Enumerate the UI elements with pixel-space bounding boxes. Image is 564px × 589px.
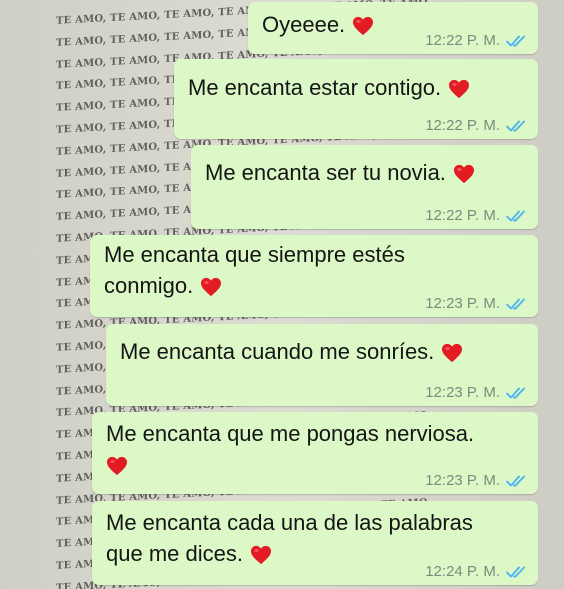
message-time: 12:23 P. M. [425,472,500,489]
message-bubble[interactable]: Me encanta que siempre estés conmigo. 12… [90,235,538,317]
message-text: Me encanta cada una de las palabras que … [106,510,473,566]
red-heart-icon [441,343,463,363]
red-heart-icon [200,277,222,297]
message-bubble[interactable]: Oyeeee. 12:22 P. M. [248,2,538,54]
red-heart-icon [250,545,272,565]
message-bubble[interactable]: Me encanta estar contigo. 12:22 P. M. [174,59,538,139]
red-heart-icon [352,16,374,36]
message-bubble[interactable]: Me encanta ser tu novia. 12:22 P. M. [191,145,538,229]
double-check-icon [506,386,528,400]
message-time: 12:23 P. M. [425,384,500,401]
red-heart-icon [106,456,128,476]
message-bubble[interactable]: Me encanta cuando me sonríes. 12:23 P. M… [106,324,538,406]
double-check-icon [506,565,528,579]
red-heart-icon [453,164,475,184]
double-check-icon [506,119,528,133]
double-check-icon [506,297,528,311]
message-time: 12:22 P. M. [425,117,500,134]
double-check-icon [506,34,528,48]
message-time: 12:22 P. M. [425,207,500,224]
message-text: Me encanta estar contigo. [188,75,442,100]
message-text: Me encanta ser tu novia. [205,160,446,185]
double-check-icon [506,209,528,223]
message-time: 12:24 P. M. [425,563,500,580]
double-check-icon [506,474,528,488]
message-text: Me encanta que me pongas nerviosa. [106,421,475,446]
message-text: Oyeeee. [262,12,346,37]
message-time: 12:22 P. M. [425,32,500,49]
message-text: Me encanta cuando me sonríes. [120,339,435,364]
message-bubble[interactable]: Me encanta que me pongas nerviosa. 12:23… [92,412,538,494]
red-heart-icon [448,79,470,99]
message-time: 12:23 P. M. [425,295,500,312]
message-text: Me encanta que siempre estés conmigo. [104,242,405,298]
message-bubble[interactable]: Me encanta cada una de las palabras que … [92,501,538,585]
